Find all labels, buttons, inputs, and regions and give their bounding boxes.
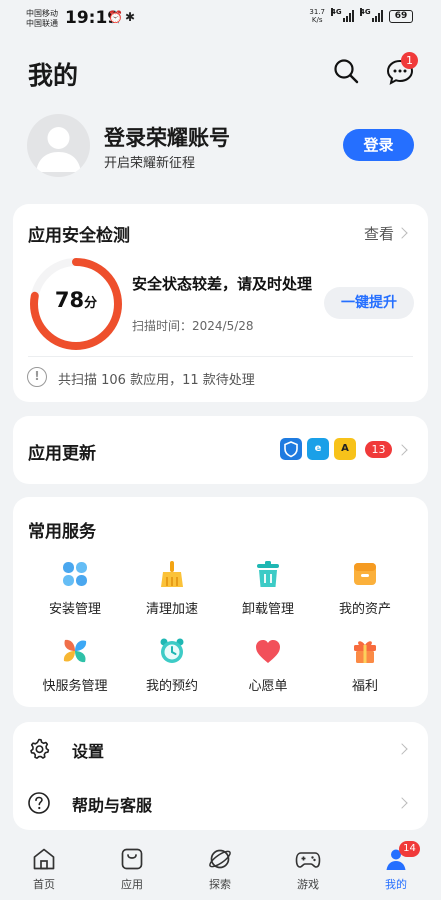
default-avatar-icon [36, 127, 81, 172]
scan-time: 扫描时间：2024/5/28 [132, 319, 254, 333]
page-title: 我的 [28, 61, 79, 90]
search-icon [334, 59, 359, 84]
service-quick-app-manage[interactable]: 快服务管理 [27, 636, 123, 694]
warning-icon: ! [27, 367, 47, 387]
security-title: 应用安全检测 [28, 226, 130, 246]
common-services-card: 常用服务 安装管理 清理加速 卸载管理 我的资产 快服务管理 我的预约 心愿单 … [13, 497, 428, 707]
gift-icon [354, 641, 376, 663]
chevron-right-icon [396, 444, 408, 456]
nav-explore[interactable]: 探索 [187, 846, 253, 892]
gear-icon [30, 738, 50, 759]
chevron-right-icon [396, 797, 408, 809]
trash-icon [257, 561, 279, 587]
bluetooth-icon: ✱ [124, 10, 138, 24]
pinwheel-icon [63, 639, 87, 663]
signal-icon: 4G [331, 8, 354, 22]
chevron-right-icon [396, 743, 408, 755]
login-title[interactable]: 登录荣耀账号 [104, 122, 230, 152]
updates-count-badge: 13 [365, 441, 392, 458]
assets-box-icon [354, 563, 376, 585]
home-icon [33, 848, 55, 870]
gamepad-icon [295, 852, 321, 868]
broom-icon [161, 561, 183, 587]
login-subtitle: 开启荣耀新征程 [104, 156, 196, 171]
service-install-manage[interactable]: 安装管理 [27, 559, 123, 617]
signal-icon-2: 4G [360, 8, 383, 22]
browser-app-icon: e [307, 438, 329, 460]
alarm-icon: ⏰ [108, 10, 125, 24]
settings-card: 设置 帮助与客服 [13, 722, 428, 830]
alarm-clock-icon [160, 638, 184, 663]
nav-home[interactable]: 首页 [11, 846, 77, 892]
help-icon [28, 792, 50, 814]
service-my-assets[interactable]: 我的资产 [317, 559, 413, 617]
security-status: 安全状态较差，请及时处理 [132, 275, 313, 293]
planet-icon [209, 849, 231, 869]
net-speed: 31.7 K/s [309, 8, 325, 24]
service-wishlist[interactable]: 心愿单 [220, 636, 316, 694]
install-manage-icon [63, 562, 87, 586]
service-my-reservations[interactable]: 我的预约 [124, 636, 220, 694]
security-view-link[interactable]: 查看 [364, 223, 394, 244]
divider [28, 356, 413, 357]
heart-icon [256, 640, 280, 663]
shield-app-icon [280, 438, 302, 460]
nav-me[interactable]: 我的 14 [363, 841, 429, 892]
yellow-app-icon: A [334, 438, 356, 460]
nav-games[interactable]: 游戏 [275, 846, 341, 892]
message-badge: 1 [401, 52, 418, 69]
avatar[interactable] [27, 114, 90, 177]
bottom-nav: 首页 应用 探索 游戏 我的 14 [0, 838, 441, 900]
updates-title: 应用更新 [28, 444, 96, 464]
service-benefits[interactable]: 福利 [317, 636, 413, 694]
login-button[interactable]: 登录 [343, 129, 414, 161]
carrier-names: 中国移动 中国联通 [26, 9, 58, 29]
service-clean-boost[interactable]: 清理加速 [124, 559, 220, 617]
bag-icon [121, 848, 143, 870]
one-click-fix-button[interactable]: 一键提升 [324, 287, 414, 319]
score-value: 78 [54, 288, 85, 312]
settings-row[interactable]: 设置 [13, 722, 428, 776]
messages-button[interactable]: 1 [384, 52, 418, 87]
app-updates-card[interactable]: 应用更新 e A 13 [13, 416, 428, 484]
nav-apps[interactable]: 应用 [99, 846, 165, 892]
help-service-row[interactable]: 帮助与客服 [13, 776, 428, 830]
score-unit: 分 [84, 296, 98, 311]
profile-badge: 14 [399, 841, 420, 857]
security-card: 应用安全检测 查看 78分 安全状态较差，请及时处理 扫描时间：2024/5/2… [13, 204, 428, 402]
scan-summary: 共扫描 106 款应用，11 款待处理 [58, 373, 255, 388]
chevron-right-icon [396, 227, 408, 239]
security-score: 78分 [29, 288, 123, 312]
services-title: 常用服务 [28, 522, 96, 542]
search-button[interactable] [330, 55, 362, 87]
carrier-2: 中国联通 [26, 19, 58, 28]
status-bar: 中国移动 中国联通 19:19 ⏰✱ 31.7 K/s 4G 4G 69 [0, 0, 441, 36]
battery-indicator: 69 [389, 9, 413, 23]
carrier-1: 中国移动 [26, 9, 58, 18]
service-uninstall-manage[interactable]: 卸载管理 [220, 559, 316, 617]
